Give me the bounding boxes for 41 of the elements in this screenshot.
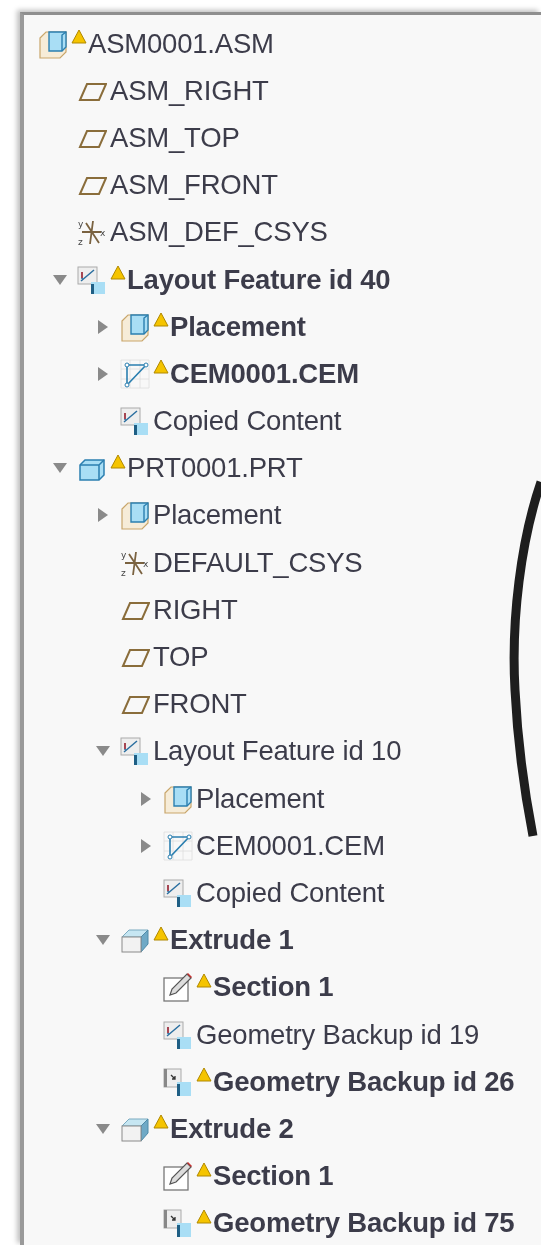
backup-icon <box>163 1208 193 1239</box>
tree-item-label[interactable]: Copied Content <box>196 876 385 909</box>
layout-icon <box>163 1019 193 1050</box>
tree-item-label[interactable]: Extrude 1 <box>170 924 294 957</box>
tree-item-label[interactable]: Copied Content <box>153 405 342 438</box>
layout-icon <box>120 406 150 437</box>
tree-item-label[interactable]: Layout Feature id 40 <box>127 263 391 296</box>
tree-item-label[interactable]: Placement <box>153 499 282 532</box>
assembly-icon <box>163 783 193 814</box>
assembly-icon <box>120 500 150 531</box>
assembly-icon <box>38 28 68 59</box>
layout-icon <box>120 736 150 767</box>
assembly-icon <box>120 311 150 342</box>
layout-icon <box>77 264 107 295</box>
tree-item-label[interactable]: ASM_TOP <box>110 121 240 154</box>
tree-item-label[interactable]: RIGHT <box>153 593 238 626</box>
tree-item-label[interactable]: Geometry Backup id 26 <box>213 1065 515 1098</box>
tree-item-label[interactable]: ASM0001.ASM <box>88 27 274 60</box>
sketch-triangle-icon <box>120 358 150 389</box>
tree-item-label[interactable]: ASM_FRONT <box>110 169 278 202</box>
pencil-icon <box>163 972 193 1003</box>
tree-item-label[interactable]: DEFAULT_CSYS <box>153 546 363 579</box>
sketch-triangle-icon <box>163 830 193 861</box>
tree-item-label[interactable]: Extrude 2 <box>170 1112 294 1145</box>
tree-item-label[interactable]: Placement <box>196 782 325 815</box>
layout-icon <box>163 877 193 908</box>
tree-item-label[interactable]: CEM0001.CEM <box>196 829 385 862</box>
tree-item-label[interactable]: Placement <box>170 310 306 343</box>
tree-item-label[interactable]: Section 1 <box>213 971 334 1004</box>
tree-item-label[interactable]: Section 1 <box>213 1160 334 1193</box>
tree-item-label[interactable]: Layout Feature id 10 <box>153 735 402 768</box>
tree-item-label[interactable]: Geometry Backup id 75 <box>213 1207 515 1240</box>
tree-item-label[interactable]: FRONT <box>153 688 247 721</box>
pencil-icon <box>163 1161 193 1192</box>
tree-item-label[interactable]: TOP <box>153 641 209 674</box>
tree-item-label[interactable]: ASM_RIGHT <box>110 74 269 107</box>
tree-item-label[interactable]: Geometry Backup id 19 <box>196 1018 480 1051</box>
tree-item-label[interactable]: ASM_DEF_CSYS <box>110 216 328 249</box>
backup-icon <box>163 1066 193 1097</box>
tree-item-label[interactable]: PRT0001.PRT <box>127 452 303 485</box>
tree-item-label[interactable]: CEM0001.CEM <box>170 357 359 390</box>
